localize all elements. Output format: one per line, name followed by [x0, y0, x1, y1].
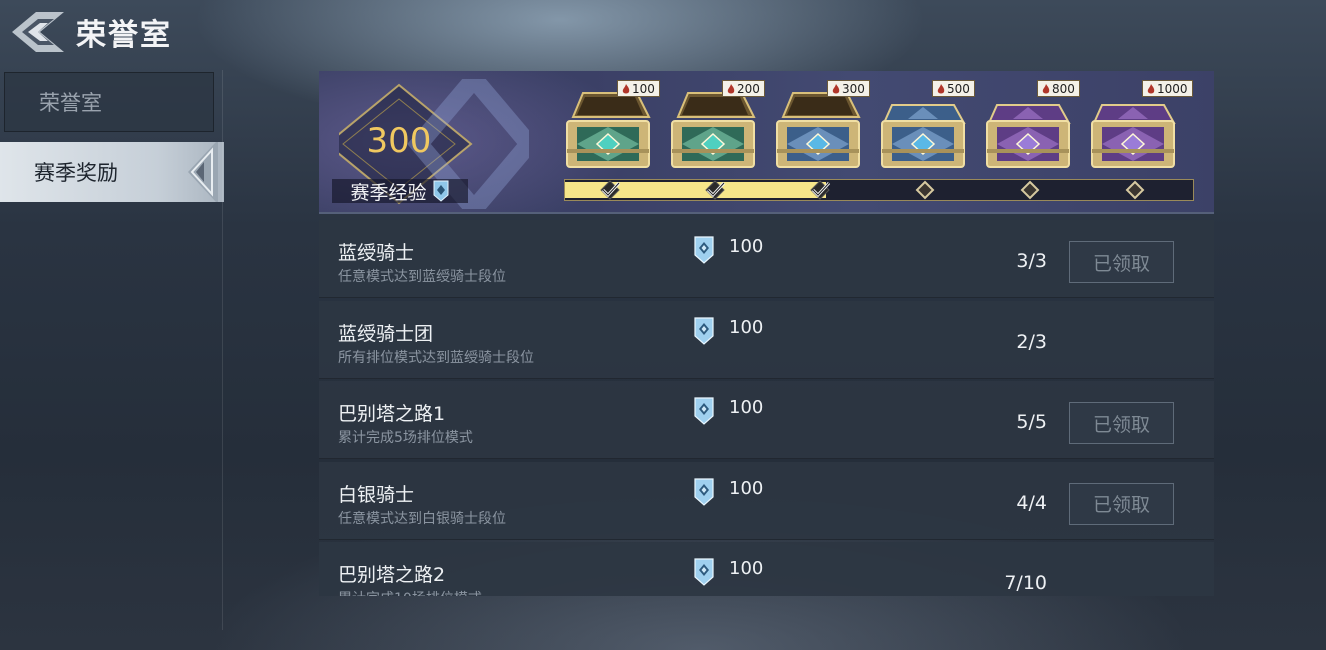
task-reward-value: 100 — [729, 316, 764, 338]
milestone-check-icon — [700, 175, 730, 205]
season-exp-value: 300 — [366, 121, 432, 161]
chest-icon — [986, 104, 1071, 168]
reward-chest[interactable] — [773, 89, 863, 169]
season-exp-reward-icon — [694, 397, 714, 425]
sidebar-divider — [222, 70, 223, 630]
season-reward-banner: 300 赛季经验 100 200 300 500 800 1000 — [319, 71, 1214, 214]
task-row: 蓝绶骑士团 所有排位模式达到蓝绶骑士段位 100 2/3 — [319, 300, 1214, 379]
header: 荣誉室 — [8, 6, 172, 58]
season-exp-reward-icon — [694, 558, 714, 586]
chest-cost-badge: 100 — [617, 80, 660, 97]
milestone-check-icon — [595, 175, 625, 205]
sidebar: 荣誉室 赛季奖励 — [0, 70, 224, 650]
flame-icon — [622, 83, 630, 93]
active-chevron-icon — [188, 142, 218, 202]
chest-cost-value: 300 — [842, 81, 865, 96]
reward-chest[interactable] — [878, 89, 968, 169]
reward-chest[interactable] — [563, 89, 653, 169]
claimed-button[interactable]: 已领取 — [1069, 402, 1174, 444]
task-title: 巴别塔之路1 — [338, 403, 446, 425]
task-progress: 7/10 — [1004, 572, 1047, 594]
page-title: 荣誉室 — [76, 18, 172, 53]
task-list[interactable]: 蓝绶骑士 任意模式达到蓝绶骑士段位 100 3/3 已领取 蓝绶骑士团 所有排位… — [319, 220, 1214, 596]
sidebar-item-season-rewards[interactable]: 赛季奖励 — [0, 142, 224, 202]
task-description: 任意模式达到蓝绶骑士段位 — [338, 269, 506, 285]
season-exp-label: 赛季经验 — [350, 181, 427, 204]
claimed-button[interactable]: 已领取 — [1069, 482, 1174, 525]
sidebar-item-label: 赛季奖励 — [34, 161, 118, 185]
flame-icon — [1042, 83, 1050, 93]
season-exp-reward-icon — [694, 316, 714, 345]
task-row: 白银骑士 任意模式达到白银骑士段位 100 4/4 已领取 — [319, 461, 1214, 540]
season-exp-icon — [433, 180, 448, 202]
milestone-diamond-icon — [910, 175, 940, 205]
task-title: 蓝绶骑士 — [338, 242, 415, 264]
milestone-diamond-icon — [1015, 175, 1045, 205]
season-exp-label-box: 赛季经验 — [332, 179, 468, 204]
flame-icon — [937, 83, 945, 93]
chest-icon — [566, 92, 651, 168]
chest-cost-badge: 300 — [827, 80, 870, 97]
chest-icon — [671, 92, 756, 168]
task-progress: 2/3 — [1016, 330, 1047, 353]
sidebar-item-honor-hall[interactable]: 荣誉室 — [4, 72, 214, 132]
reward-chest[interactable] — [668, 89, 758, 169]
task-reward-value: 100 — [729, 477, 764, 499]
back-diamond-icon — [12, 12, 64, 52]
back-button[interactable] — [8, 8, 70, 56]
task-description: 所有排位模式达到蓝绶骑士段位 — [338, 349, 534, 366]
task-title: 白银骑士 — [338, 483, 415, 506]
task-description: 累计完成10场排位模式 — [338, 588, 482, 596]
chest-cost-value: 200 — [737, 81, 760, 96]
chest-cost-badge: 800 — [1037, 80, 1080, 97]
chest-cost-value: 500 — [947, 81, 970, 96]
progress-track — [564, 179, 1194, 201]
task-progress: 4/4 — [1016, 491, 1047, 514]
chest-icon — [776, 92, 861, 168]
chest-icon — [1091, 104, 1176, 168]
task-title: 巴别塔之路2 — [338, 564, 446, 586]
chest-cost-badge: 200 — [722, 80, 765, 97]
sidebar-item-label: 荣誉室 — [39, 91, 102, 115]
chest-cost-value: 1000 — [1157, 81, 1188, 96]
task-row: 巴别塔之路2 累计完成10场排位模式 100 7/10 — [319, 542, 1214, 596]
reward-chest[interactable] — [1088, 89, 1178, 169]
claimed-button[interactable]: 已领取 — [1069, 241, 1174, 283]
task-row: 巴别塔之路1 累计完成5场排位模式 100 5/5 已领取 — [319, 381, 1214, 459]
milestone-check-icon — [805, 175, 835, 205]
task-description: 累计完成5场排位模式 — [338, 430, 473, 446]
chest-icon — [881, 104, 966, 168]
task-description: 任意模式达到白银骑士段位 — [338, 510, 506, 527]
chest-cost-badge: 500 — [932, 80, 975, 97]
chest-cost-value: 800 — [1052, 81, 1075, 96]
season-exp-reward-icon — [694, 477, 714, 506]
season-exp-reward-icon — [694, 236, 714, 264]
flame-icon — [1147, 83, 1155, 93]
flame-icon — [832, 83, 840, 93]
milestone-diamond-icon — [1120, 175, 1150, 205]
task-reward-value: 100 — [729, 397, 764, 418]
flame-icon — [727, 83, 735, 93]
task-reward-value: 100 — [729, 558, 764, 579]
chest-cost-badge: 1000 — [1142, 80, 1193, 97]
task-title: 蓝绶骑士团 — [338, 322, 434, 345]
reward-chest[interactable] — [983, 89, 1073, 169]
task-progress: 5/5 — [1016, 411, 1047, 433]
task-progress: 3/3 — [1016, 250, 1047, 272]
task-row: 蓝绶骑士 任意模式达到蓝绶骑士段位 100 3/3 已领取 — [319, 220, 1214, 298]
chest-cost-value: 100 — [632, 81, 655, 96]
task-reward-value: 100 — [729, 236, 764, 257]
